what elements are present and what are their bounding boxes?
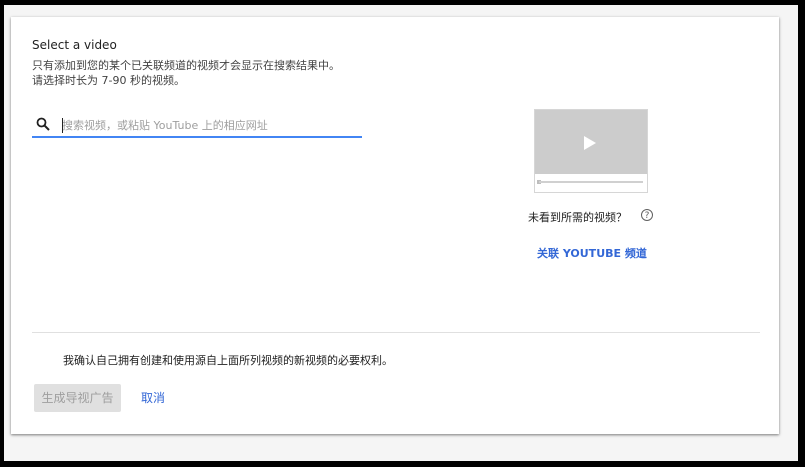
video-search-input[interactable]: [62, 116, 358, 135]
play-icon: [584, 136, 596, 150]
text-caret: [62, 118, 63, 133]
generate-ad-button[interactable]: 生成导视广告: [34, 384, 121, 412]
video-not-found-text: 未看到所需的视频？: [528, 211, 627, 224]
question-circle-icon[interactable]: ?: [641, 209, 653, 221]
rights-confirmation-text: 我确认自己拥有创建和使用源自上面所列视频的新视频的必要权利。: [63, 354, 393, 367]
link-youtube-channel-link[interactable]: 关联 YOUTUBE 频道: [537, 245, 647, 261]
video-search-field[interactable]: [32, 116, 362, 138]
dialog-subtitle-line2: 请选择时长为 7-90 秒的视频。: [32, 74, 185, 87]
video-preview-screen: [535, 110, 647, 174]
cancel-button[interactable]: 取消: [141, 384, 165, 412]
progress-bar: [539, 181, 643, 183]
dialog-title: Select a video: [32, 38, 117, 52]
divider: [32, 332, 760, 333]
dialog-subtitle-line1: 只有添加到您的某个已关联频道的视频才会显示在搜索结果中。: [32, 59, 340, 72]
search-icon: [36, 117, 50, 131]
select-video-dialog: Select a video 只有添加到您的某个已关联频道的视频才会显示在搜索结…: [11, 17, 779, 434]
video-preview-placeholder: [534, 109, 648, 193]
